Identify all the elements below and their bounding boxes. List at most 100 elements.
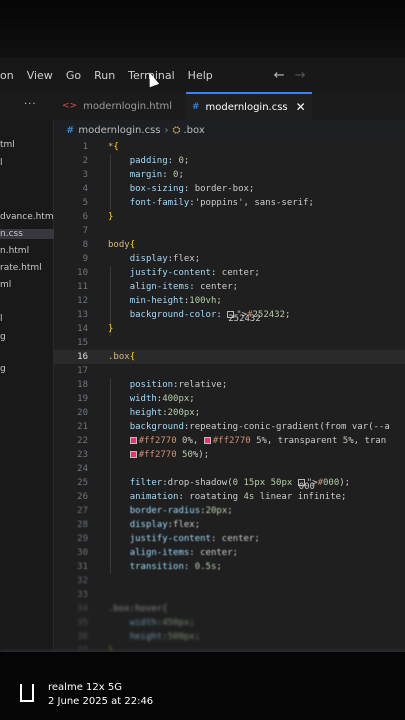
- sidebar-item[interactable]: rate.html: [0, 263, 42, 273]
- code-text: height:200px;: [129, 408, 201, 418]
- line-number: 33: [77, 590, 88, 600]
- sidebar-item[interactable]: tml: [0, 140, 15, 150]
- menu-bar: on View Go Run Terminal Help ← →: [0, 58, 405, 92]
- code-text: position:relative;: [129, 380, 228, 390]
- code-line[interactable]: 31 transition: 0.5s;: [54, 560, 405, 574]
- line-number: 1: [82, 142, 88, 152]
- code-text: background-color: 252432">#252432;: [129, 310, 291, 324]
- sidebar-item[interactable]: ml: [0, 280, 11, 290]
- code-line[interactable]: 28 display:flex;: [54, 518, 405, 532]
- code-text: }: [108, 212, 114, 222]
- device-name: realme 12x 5G: [48, 682, 122, 693]
- code-line[interactable]: 11 align-items: center;: [54, 280, 405, 294]
- code-text: width:400px;: [129, 394, 195, 404]
- code-line[interactable]: 15: [54, 336, 405, 350]
- code-line[interactable]: 13 background-color: 252432">#252432;: [54, 308, 405, 324]
- line-number: 19: [77, 394, 88, 404]
- code-line[interactable]: 24: [54, 462, 405, 476]
- code-line[interactable]: 34 .box:hover{: [54, 602, 405, 616]
- menu-item-help[interactable]: Help: [188, 69, 213, 82]
- code-line[interactable]: 1 *{: [54, 140, 405, 154]
- code-line[interactable]: 10 justify-content: center;: [54, 266, 405, 280]
- menu-item-selection[interactable]: on: [0, 69, 14, 82]
- code-line[interactable]: 5 font-family:'poppins', sans-serif;: [54, 196, 405, 210]
- code-text: width:450px;: [129, 618, 195, 628]
- code-line[interactable]: 6}: [54, 210, 405, 224]
- code-line[interactable]: 20 height:200px;: [54, 406, 405, 420]
- code-text: justify-content: center;: [129, 534, 260, 544]
- code-line[interactable]: 14}: [54, 322, 405, 336]
- sidebar-item-selected[interactable]: n.css: [0, 229, 54, 239]
- sidebar-item[interactable]: g: [0, 364, 6, 374]
- code-line[interactable]: 4 box-sizing: border-box;: [54, 182, 405, 196]
- code-line[interactable]: 23 #ff2770 50%);: [54, 448, 405, 462]
- vscode-window: on View Go Run Terminal Help ← → ··· <> …: [0, 58, 405, 658]
- code-text: .box:hover{: [108, 604, 168, 614]
- sidebar-item[interactable]: l: [0, 158, 3, 168]
- code-line[interactable]: 17: [54, 364, 405, 378]
- html-file-icon: <>: [62, 101, 78, 111]
- code-line[interactable]: 16 .box{: [54, 350, 405, 364]
- line-number: 25: [77, 478, 88, 488]
- code-text: animation: roatating 4s linear infinite;: [129, 492, 347, 502]
- sidebar-item[interactable]: l: [0, 314, 3, 324]
- line-number: 32: [77, 576, 88, 586]
- code-line[interactable]: 18 position:relative;: [54, 378, 405, 392]
- code-text: body{: [108, 240, 136, 250]
- code-line[interactable]: 12 min-height:100vh;: [54, 294, 405, 308]
- chevron-right-icon: ›: [164, 124, 169, 136]
- code-line[interactable]: 26 animation: roatating 4s linear infini…: [54, 490, 405, 504]
- code-text: *{: [108, 142, 119, 152]
- code-line[interactable]: 7: [54, 224, 405, 238]
- line-number: 4: [82, 184, 88, 194]
- menu-item-go[interactable]: Go: [66, 69, 81, 82]
- code-line[interactable]: 9 display:flex;: [54, 252, 405, 266]
- menu-item-view[interactable]: View: [27, 69, 53, 82]
- sidebar-item[interactable]: n.html: [0, 246, 29, 256]
- code-line[interactable]: 21 background:repeating-conic-gradient(f…: [54, 420, 405, 434]
- menu-item-run[interactable]: Run: [94, 69, 115, 82]
- css-file-icon: #: [66, 124, 75, 136]
- code-line[interactable]: 8 body{: [54, 238, 405, 252]
- line-number: 15: [77, 338, 88, 348]
- photo-top-border: [0, 0, 405, 58]
- code-line[interactable]: 32: [54, 574, 405, 588]
- code-line[interactable]: 36 height:500px;: [54, 630, 405, 644]
- code-text: justify-content: center;: [129, 268, 260, 278]
- code-text: display:flex;: [129, 520, 201, 530]
- code-text: filter:drop-shadow(0 15px 50px 000">#000…: [129, 478, 351, 492]
- back-arrow-icon[interactable]: ←: [274, 68, 285, 83]
- breadcrumb-file[interactable]: modernlogin.css: [78, 125, 160, 136]
- line-number: 10: [77, 268, 88, 278]
- tab-modernlogin-css[interactable]: # modernlogin.css ✕: [186, 92, 312, 120]
- breadcrumb-selector[interactable]: .box: [183, 125, 204, 136]
- code-line[interactable]: 2 padding: 0;: [54, 154, 405, 168]
- code-line[interactable]: 3 margin: 0;: [54, 168, 405, 182]
- more-options-icon[interactable]: ···: [24, 99, 37, 110]
- code-text: display:flex;: [129, 254, 201, 264]
- sidebar-item[interactable]: g: [0, 332, 6, 342]
- code-line[interactable]: 33: [54, 588, 405, 602]
- close-icon[interactable]: ✕: [296, 100, 306, 114]
- forward-arrow-icon[interactable]: →: [295, 68, 306, 83]
- line-number: 21: [77, 422, 88, 432]
- line-number: 29: [77, 534, 88, 544]
- code-text: #ff2770 0%, #ff2770 5%, transparent 5%, …: [108, 434, 386, 448]
- code-text: #ff2770 50%);: [108, 448, 209, 462]
- code-line[interactable]: 19 width:400px;: [54, 392, 405, 406]
- code-line[interactable]: 22 #ff2770 0%, #ff2770 5%, transparent 5…: [54, 434, 405, 448]
- code-editor[interactable]: 1 *{2 padding: 0; 3 margin: 0; 4 box-sizing…: [54, 140, 405, 658]
- code-line[interactable]: 30 align-items: center;: [54, 546, 405, 560]
- code-line[interactable]: 25 filter:drop-shadow(0 15px 50px 000">#…: [54, 476, 405, 492]
- code-line[interactable]: 35 width:450px;: [54, 616, 405, 630]
- code-text: box-sizing: border-box;: [129, 184, 255, 194]
- line-number: 20: [77, 408, 88, 418]
- code-text: height:500px;: [129, 632, 201, 642]
- line-number: 18: [77, 380, 88, 390]
- line-number: 30: [77, 548, 88, 558]
- code-line[interactable]: 27 border-radius:20px;: [54, 504, 405, 518]
- sidebar-item[interactable]: dvance.html: [0, 212, 56, 222]
- tab-modernlogin-html[interactable]: <> modernlogin.html: [56, 92, 182, 120]
- code-line[interactable]: 29 justify-content: center;: [54, 532, 405, 546]
- line-number: 36: [77, 632, 88, 642]
